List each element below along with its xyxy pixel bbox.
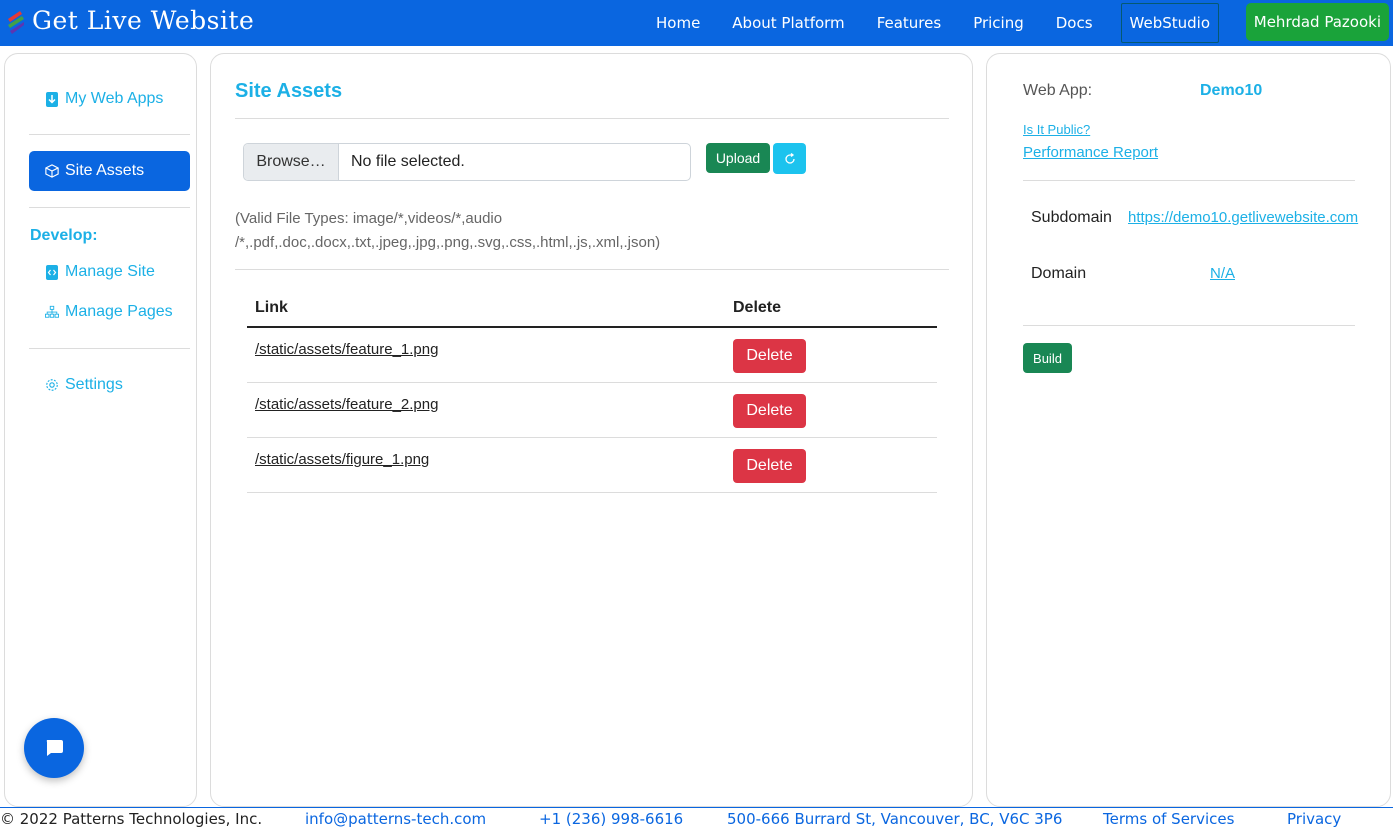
sidebar-divider [29, 348, 190, 349]
table-header: Link Delete [247, 290, 937, 328]
nav-home[interactable]: Home [640, 14, 716, 32]
user-menu-button[interactable]: Mehrdad Pazooki [1245, 3, 1389, 41]
sidebar: My Web Apps Site Assets Develop: Manage … [4, 53, 197, 807]
sidebar-divider [29, 207, 190, 208]
footer-copyright: © 2022 Patterns Technologies, Inc. [0, 810, 263, 828]
divider [1023, 180, 1355, 181]
valid-types-line: (Valid File Types: image/*,videos/*,audi… [235, 210, 503, 227]
top-navbar: Get Live Website Home About Platform Fea… [0, 0, 1393, 46]
sidebar-divider [29, 134, 190, 135]
sidebar-item-label: Manage Site [65, 263, 155, 280]
delete-button[interactable]: Delete [733, 339, 806, 373]
brand-stripes-icon [8, 10, 24, 34]
web-app-name: Demo10 [1200, 82, 1263, 99]
chat-icon [46, 740, 63, 756]
web-app-details-panel: Web App: Demo10 Is It Public? Performanc… [986, 53, 1391, 807]
valid-file-types: (Valid File Types: image/*,videos/*,audi… [235, 207, 705, 255]
sidebar-item-label: My Web Apps [65, 90, 164, 107]
is-public-link[interactable]: Is It Public? [1023, 122, 1090, 137]
divider [1023, 325, 1355, 326]
sidebar-item-label: Site Assets [65, 162, 145, 179]
refresh-button[interactable] [773, 143, 806, 174]
brand-name: Get Live Website [32, 6, 255, 35]
subdomain-label: Subdomain [1031, 209, 1112, 226]
site-assets-panel: Site Assets Browse… No file selected. Up… [210, 53, 973, 807]
divider [235, 118, 949, 119]
build-button[interactable]: Build [1023, 343, 1072, 373]
subdomain-link[interactable]: https://demo10.getlivewebsite.com [1128, 209, 1358, 226]
box-icon [45, 163, 59, 179]
sidebar-item-manage-site[interactable]: Manage Site [29, 252, 190, 292]
sidebar-item-my-web-apps[interactable]: My Web Apps [29, 79, 190, 119]
delete-button[interactable]: Delete [733, 449, 806, 483]
asset-link[interactable]: /static/assets/figure_1.png [255, 451, 429, 468]
performance-report-link[interactable]: Performance Report [1023, 144, 1158, 161]
column-header-delete: Delete [733, 299, 782, 316]
table-row: /static/assets/figure_1.png Delete [247, 438, 937, 493]
asset-link[interactable]: /static/assets/feature_1.png [255, 341, 438, 358]
file-input[interactable]: Browse… No file selected. [243, 143, 691, 181]
browse-button[interactable]: Browse… [244, 144, 339, 180]
asset-link[interactable]: /static/assets/feature_2.png [255, 396, 438, 413]
sidebar-item-manage-pages[interactable]: Manage Pages [29, 292, 190, 332]
sidebar-item-settings[interactable]: Settings [29, 365, 190, 405]
nav-about-platform[interactable]: About Platform [716, 14, 860, 32]
sidebar-item-label: Manage Pages [65, 303, 173, 320]
delete-button[interactable]: Delete [733, 394, 806, 428]
table-row: /static/assets/feature_1.png Delete [247, 328, 937, 383]
nav-pricing[interactable]: Pricing [957, 14, 1040, 32]
sitemap-icon [45, 304, 59, 320]
domain-link[interactable]: N/A [1210, 265, 1235, 282]
table-row: /static/assets/feature_2.png Delete [247, 383, 937, 438]
valid-types-line: /*,.pdf,.doc,.docx,.txt,.jpeg,.jpg,.png,… [235, 234, 661, 251]
page-title: Site Assets [235, 80, 343, 102]
nav-docs[interactable]: Docs [1040, 14, 1109, 32]
chat-launcher-button[interactable] [24, 718, 84, 778]
code-file-icon [45, 264, 59, 280]
column-header-link: Link [255, 299, 288, 316]
brand[interactable]: Get Live Website [6, 6, 254, 35]
gear-icon [45, 377, 59, 393]
upload-button[interactable]: Upload [706, 143, 770, 173]
footer-terms-link[interactable]: Terms of Services [1103, 810, 1234, 828]
footer-email-link[interactable]: info@patterns-tech.com [305, 810, 486, 828]
sidebar-item-label: Settings [65, 376, 123, 393]
domain-label: Domain [1031, 265, 1087, 282]
nav-webstudio[interactable]: WebStudio [1120, 3, 1220, 43]
divider [235, 269, 949, 270]
web-app-label: Web App: [1023, 82, 1093, 99]
footer-privacy-link[interactable]: Privacy [1287, 810, 1341, 828]
sidebar-item-site-assets[interactable]: Site Assets [29, 151, 190, 191]
nav-features[interactable]: Features [861, 14, 958, 32]
refresh-icon [784, 152, 795, 164]
assets-table: Link Delete /static/assets/feature_1.png… [247, 290, 937, 493]
download-file-icon [45, 91, 59, 107]
footer-phone-link[interactable]: +1 (236) 998-6616 [539, 810, 683, 828]
footer: © 2022 Patterns Technologies, Inc. info@… [0, 807, 1393, 828]
sidebar-heading-develop: Develop: [30, 227, 98, 244]
file-status-text: No file selected. [351, 153, 465, 170]
main-nav: Home About Platform Features Pricing Doc… [640, 0, 1220, 46]
footer-address-link[interactable]: 500-666 Burrard St, Vancouver, BC, V6C 3… [727, 810, 1062, 828]
